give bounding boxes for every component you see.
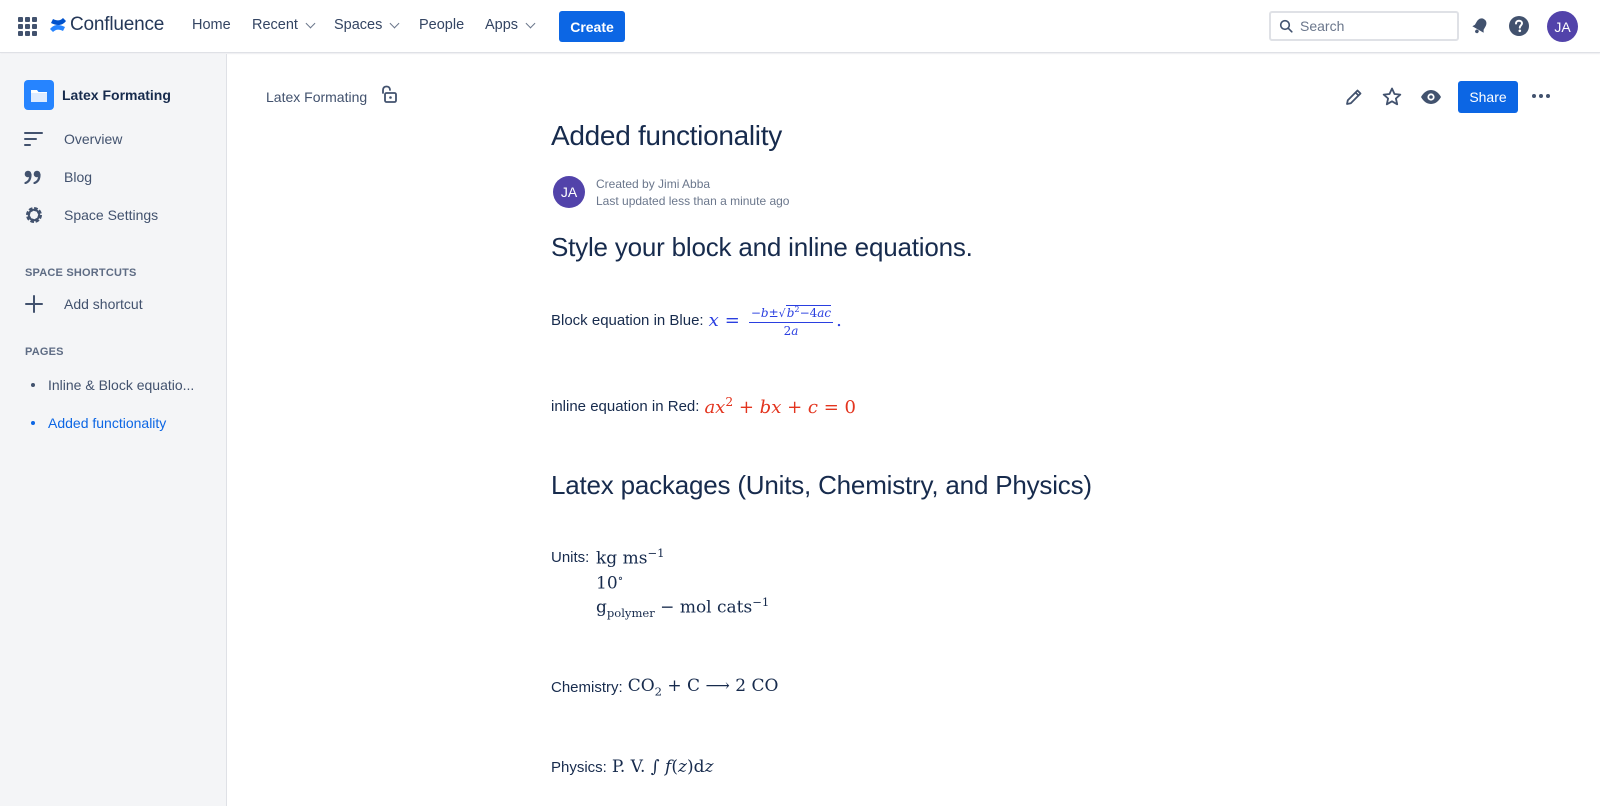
nav-apps-label: Apps bbox=[485, 17, 519, 33]
edit-pencil-icon[interactable] bbox=[1341, 84, 1367, 110]
chemistry-equation: CO2 + C ⟶ 2 CO bbox=[627, 676, 779, 699]
add-shortcut-button[interactable]: Add shortcut bbox=[24, 293, 143, 315]
notifications-bell-icon[interactable] bbox=[1468, 14, 1492, 38]
chevron-down-icon bbox=[305, 18, 316, 28]
page-tree-item[interactable]: Inline & Block equatio... bbox=[31, 377, 194, 393]
block-equation-paragraph: Block equation in Blue: x = −b±√b2−4ac 2… bbox=[551, 302, 842, 338]
physics-label: Physics: bbox=[551, 758, 607, 776]
brand-name: Confluence bbox=[70, 14, 165, 35]
physics-expression: P. V. ∫ f(z)dz bbox=[611, 757, 714, 777]
sidebar-item-label: Blog bbox=[64, 169, 93, 185]
units-kg-ms: kg ms−1 bbox=[596, 546, 665, 569]
share-button[interactable]: Share bbox=[1458, 81, 1518, 113]
space-sidebar: Latex Formating Overview Blog Space Sett… bbox=[0, 54, 227, 806]
top-navigation: Confluence Home Recent Spaces People App… bbox=[0, 0, 1600, 53]
units-polymer: gpolymer − mol cats−1 bbox=[596, 595, 770, 621]
sidebar-item-blog[interactable]: Blog bbox=[24, 166, 92, 188]
nav-recent[interactable]: Recent bbox=[252, 17, 316, 33]
star-icon[interactable] bbox=[1379, 84, 1405, 110]
block-equation-quadratic-formula: x = −b±√b2−4ac 2a . bbox=[708, 304, 842, 338]
heading-style-equations: Style your block and inline equations. bbox=[551, 232, 973, 262]
page-tree-item-active[interactable]: Added functionality bbox=[31, 415, 166, 431]
block-equation-label: Block equation in Blue: bbox=[551, 311, 704, 329]
chemistry-label: Chemistry: bbox=[551, 678, 623, 696]
author-avatar[interactable]: JA bbox=[553, 176, 585, 208]
unlock-icon[interactable] bbox=[379, 85, 399, 110]
nav-apps[interactable]: Apps bbox=[485, 17, 536, 33]
nav-home-label: Home bbox=[192, 17, 231, 33]
plus-icon bbox=[24, 293, 50, 315]
create-button[interactable]: Create bbox=[559, 11, 625, 42]
nav-spaces[interactable]: Spaces bbox=[334, 17, 400, 33]
watch-eye-icon[interactable] bbox=[1418, 84, 1444, 110]
page-tree-item-label: Inline & Block equatio... bbox=[48, 377, 195, 393]
page-tree-item-label: Added functionality bbox=[48, 415, 167, 431]
space-shortcuts-heading: SPACE SHORTCUTS bbox=[25, 267, 137, 279]
heading-latex-packages: Latex packages (Units, Chemistry, and Ph… bbox=[551, 470, 1092, 500]
nav-people-label: People bbox=[419, 17, 465, 33]
quote-icon bbox=[24, 166, 50, 188]
inline-equation-paragraph: inline equation in Red: ax2 + bx + c = 0 bbox=[551, 395, 856, 418]
nav-spaces-label: Spaces bbox=[334, 17, 383, 33]
units-degrees: 10∘ bbox=[596, 571, 624, 594]
add-shortcut-label: Add shortcut bbox=[64, 296, 143, 312]
overview-lines-icon bbox=[24, 128, 50, 150]
space-name: Latex Formating bbox=[62, 87, 171, 103]
bullet-icon bbox=[31, 421, 35, 425]
inline-equation-polynomial: ax2 + bx + c = 0 bbox=[704, 395, 856, 418]
confluence-logo[interactable]: Confluence bbox=[48, 14, 164, 36]
inline-equation-label: inline equation in Red: bbox=[551, 398, 700, 415]
sidebar-item-overview[interactable]: Overview bbox=[24, 128, 122, 150]
created-by-text: Created by Jimi Abba bbox=[596, 177, 711, 191]
sidebar-item-label: Space Settings bbox=[64, 207, 159, 223]
chevron-down-icon bbox=[389, 18, 400, 28]
last-updated-text: Last updated less than a minute ago bbox=[596, 194, 790, 208]
breadcrumb[interactable]: Latex Formating bbox=[266, 89, 367, 105]
chevron-down-icon bbox=[525, 18, 536, 28]
help-icon[interactable] bbox=[1507, 14, 1531, 38]
search-box[interactable] bbox=[1269, 11, 1459, 41]
units-label: Units: bbox=[551, 549, 590, 566]
confluence-logo-icon bbox=[50, 18, 66, 32]
gear-icon bbox=[24, 204, 50, 226]
nav-home[interactable]: Home bbox=[192, 17, 231, 33]
sidebar-item-space-settings[interactable]: Space Settings bbox=[24, 204, 158, 226]
search-input[interactable] bbox=[1300, 18, 1450, 34]
pages-heading: PAGES bbox=[25, 346, 64, 358]
folder-icon bbox=[24, 80, 54, 110]
more-actions-icon[interactable] bbox=[1532, 94, 1553, 98]
space-header[interactable]: Latex Formating bbox=[24, 80, 171, 110]
page-title: Added functionality bbox=[551, 120, 782, 151]
nav-recent-label: Recent bbox=[252, 17, 298, 33]
chemistry-paragraph: Chemistry: CO2 + C ⟶ 2 CO bbox=[551, 676, 778, 698]
search-icon bbox=[1279, 19, 1293, 33]
sidebar-item-label: Overview bbox=[64, 131, 123, 147]
user-avatar[interactable]: JA bbox=[1547, 11, 1578, 42]
bullet-icon bbox=[31, 383, 35, 387]
app-switcher-icon[interactable] bbox=[18, 17, 37, 36]
nav-people[interactable]: People bbox=[419, 17, 464, 33]
physics-paragraph: Physics: P. V. ∫ f(z)dz bbox=[551, 757, 713, 777]
